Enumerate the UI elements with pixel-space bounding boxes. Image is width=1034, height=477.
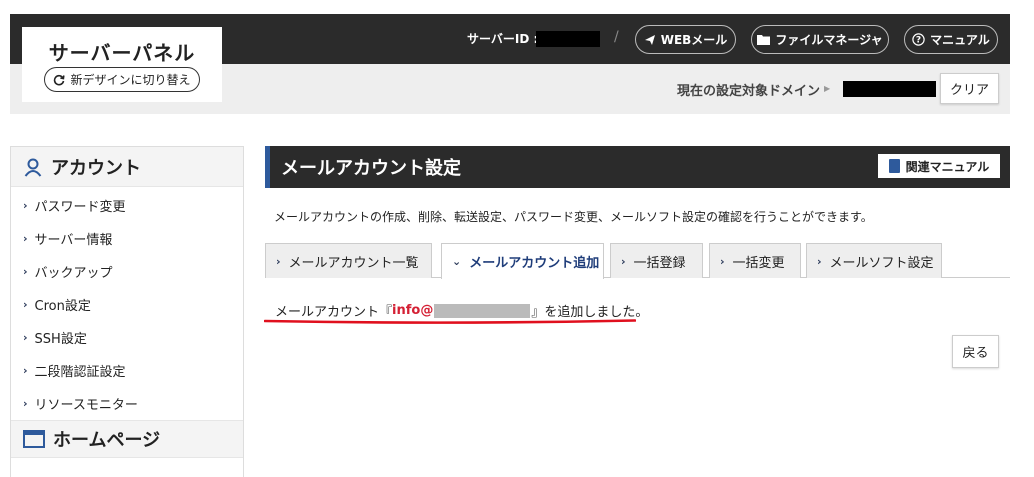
homepage-heading-label: ホームページ bbox=[53, 430, 161, 451]
sidebar-item-label: リソースモニター bbox=[34, 398, 138, 413]
refresh-icon bbox=[54, 74, 66, 85]
book-icon bbox=[888, 159, 900, 173]
current-domain-label: 現在の設定対象ドメイン bbox=[677, 84, 821, 99]
new-design-label: 新デザインに切り替え bbox=[70, 73, 191, 87]
page-title-bar: メールアカウント設定 関連マニュアル bbox=[265, 146, 1010, 188]
sidebar-item-label: SSH設定 bbox=[34, 332, 87, 347]
tab-bulk-change[interactable]: › 一括変更 bbox=[709, 243, 801, 278]
red-underline-annotation bbox=[264, 319, 636, 324]
new-design-button[interactable]: 新デザインに切り替え bbox=[44, 67, 200, 92]
sidebar-item-label: Cron設定 bbox=[34, 299, 91, 314]
tab-label: メールアカウント一覧 bbox=[288, 255, 419, 271]
added-email: info@ bbox=[392, 303, 434, 318]
sidebar: アカウント › パスワード変更 › サーバー情報 › バックアップ › Cron設定 ›… bbox=[10, 146, 244, 477]
manual-button[interactable]: ? マニュアル bbox=[904, 25, 998, 54]
user-icon bbox=[24, 158, 42, 177]
sidebar-item-server-info[interactable]: › サーバー情報 bbox=[11, 222, 243, 255]
sidebar-heading-account: アカウント bbox=[11, 147, 243, 187]
domain-redacted bbox=[843, 81, 936, 97]
manual-label: マニュアル bbox=[930, 33, 990, 47]
sidebar-heading-homepage: ホームページ bbox=[11, 420, 243, 458]
file-manager-button[interactable]: ファイルマネージャ bbox=[751, 25, 889, 54]
chevron-right-icon: › bbox=[23, 397, 28, 410]
tab-label: 一括変更 bbox=[732, 255, 785, 271]
folder-icon bbox=[757, 35, 771, 45]
webmail-button[interactable]: WEBメール bbox=[635, 25, 736, 54]
webmail-label: WEBメール bbox=[660, 33, 728, 47]
tab-label: メールソフト設定 bbox=[829, 255, 934, 271]
header-separator: / bbox=[614, 29, 619, 45]
sidebar-item-label: パスワード変更 bbox=[34, 200, 126, 215]
tab-account-add[interactable]: ⌄ メールアカウント追加 bbox=[441, 243, 604, 279]
sidebar-item-ssh[interactable]: › SSH設定 bbox=[11, 321, 243, 354]
page-description: メールアカウントの作成、削除、転送設定、パスワード変更、メールソフト設定の確認を… bbox=[274, 210, 873, 224]
sidebar-item-two-factor[interactable]: › 二段階認証設定 bbox=[11, 354, 243, 387]
tab-bar: › メールアカウント一覧 ⌄ メールアカウント追加 › 一括登録 › 一括変更 › メール… bbox=[265, 243, 1010, 279]
sidebar-item-backup[interactable]: › バックアップ bbox=[11, 255, 243, 288]
account-menu: › パスワード変更 › サーバー情報 › バックアップ › Cron設定 › SSH設定 … bbox=[11, 187, 243, 420]
panel-logo: サーバーパネル 新デザインに切り替え bbox=[22, 27, 222, 102]
chevron-down-icon: ⌄ bbox=[452, 255, 462, 268]
back-button[interactable]: 戻る bbox=[952, 335, 999, 368]
server-id-label: サーバーID : bbox=[467, 32, 539, 46]
sidebar-item-label: 二段階認証設定 bbox=[34, 365, 126, 380]
sidebar-item-resource-monitor[interactable]: › リソースモニター bbox=[11, 387, 243, 420]
page-title: メールアカウント設定 bbox=[281, 158, 461, 179]
tab-mail-software[interactable]: › メールソフト設定 bbox=[806, 243, 942, 278]
chevron-right-icon: › bbox=[720, 254, 725, 268]
chevron-right-icon: › bbox=[23, 331, 28, 344]
server-id-redacted bbox=[536, 31, 600, 47]
account-heading-label: アカウント bbox=[51, 157, 141, 179]
chevron-right-icon: › bbox=[621, 254, 626, 268]
related-manual-label: 関連マニュアル bbox=[905, 159, 990, 174]
sidebar-item-label: バックアップ bbox=[34, 266, 113, 281]
triangle-right-icon: ▶ bbox=[824, 84, 831, 93]
chevron-right-icon: › bbox=[23, 199, 28, 212]
svg-text:?: ? bbox=[916, 36, 921, 46]
chevron-right-icon: › bbox=[23, 232, 28, 245]
sidebar-item-label: サーバー情報 bbox=[34, 233, 113, 248]
paper-plane-icon bbox=[644, 34, 655, 45]
clear-button[interactable]: クリア bbox=[940, 73, 999, 104]
sidebar-item-cron[interactable]: › Cron設定 bbox=[11, 288, 243, 321]
tab-bulk-register[interactable]: › 一括登録 bbox=[610, 243, 703, 278]
tab-label: 一括登録 bbox=[633, 255, 686, 271]
sidebar-item-password[interactable]: › パスワード変更 bbox=[11, 189, 243, 222]
chevron-right-icon: › bbox=[817, 254, 822, 268]
tab-account-list[interactable]: › メールアカウント一覧 bbox=[265, 243, 432, 278]
file-manager-label: ファイルマネージャ bbox=[775, 33, 883, 47]
related-manual-button[interactable]: 関連マニュアル bbox=[878, 154, 1000, 178]
chevron-right-icon: › bbox=[23, 265, 28, 278]
browser-window-icon bbox=[23, 430, 45, 448]
email-domain-redacted bbox=[434, 303, 531, 318]
tab-label: メールアカウント追加 bbox=[469, 256, 600, 271]
help-icon: ? bbox=[912, 33, 925, 46]
chevron-right-icon: › bbox=[23, 364, 28, 377]
chevron-right-icon: › bbox=[23, 298, 28, 311]
chevron-right-icon: › bbox=[276, 254, 281, 268]
panel-title: サーバーパネル bbox=[48, 41, 196, 65]
